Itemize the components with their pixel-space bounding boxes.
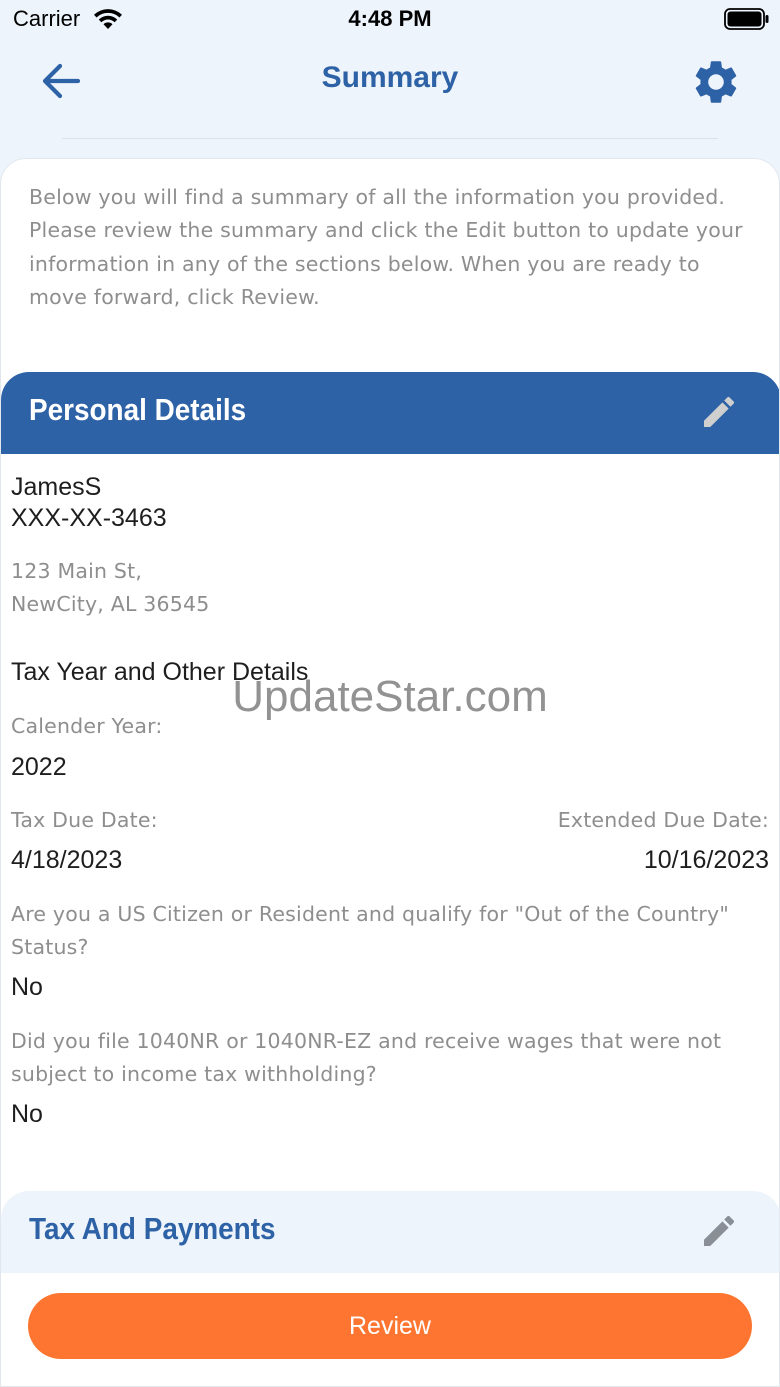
battery-icon xyxy=(724,8,769,30)
taxpayer-ssn: XXX-XX-3463 xyxy=(11,504,167,532)
calendar-year-value: 2022 xyxy=(11,753,67,781)
pencil-icon[interactable] xyxy=(699,392,739,432)
1040nr-answer: No xyxy=(11,1100,43,1128)
review-button[interactable]: Review xyxy=(28,1293,752,1359)
extended-due-date-value: 10/16/2023 xyxy=(643,846,769,874)
navigation-bar: Summary xyxy=(0,40,780,140)
out-of-country-answer: No xyxy=(11,973,43,1001)
personal-details-title: Personal Details xyxy=(29,392,247,427)
review-button-label: Review xyxy=(349,1312,431,1340)
nav-divider xyxy=(62,138,718,139)
intro-text: Below you will find a summary of all the… xyxy=(29,185,743,309)
1040nr-question: Did you file 1040NR or 1040NR-EZ and rec… xyxy=(11,1029,722,1086)
personal-details-header: Personal Details xyxy=(1,372,779,454)
pencil-icon[interactable] xyxy=(699,1211,739,1251)
status-time: 4:48 PM xyxy=(348,6,432,31)
address-line-1: 123 Main St, xyxy=(11,559,143,583)
tax-and-payments-title: Tax And Payments xyxy=(29,1211,276,1246)
calendar-year-label: Calender Year: xyxy=(11,714,163,738)
address-line-2: NewCity, AL 36545 xyxy=(11,592,210,616)
taxpayer-name: JamesS xyxy=(11,473,102,501)
summary-card: Below you will find a summary of all the… xyxy=(0,158,780,1387)
tax-due-date-label: Tax Due Date: xyxy=(11,808,158,832)
gear-icon[interactable] xyxy=(690,56,742,108)
tax-due-date-value: 4/18/2023 xyxy=(11,846,123,874)
tax-year-heading: Tax Year and Other Details xyxy=(11,658,309,686)
out-of-country-question: Are you a US Citizen or Resident and qua… xyxy=(11,902,729,959)
tax-and-payments-header: Tax And Payments xyxy=(1,1191,779,1273)
extended-due-date-label: Extended Due Date: xyxy=(557,808,769,832)
status-bar: Carrier 4:48 PM xyxy=(0,0,780,40)
page-title: Summary xyxy=(321,61,459,94)
